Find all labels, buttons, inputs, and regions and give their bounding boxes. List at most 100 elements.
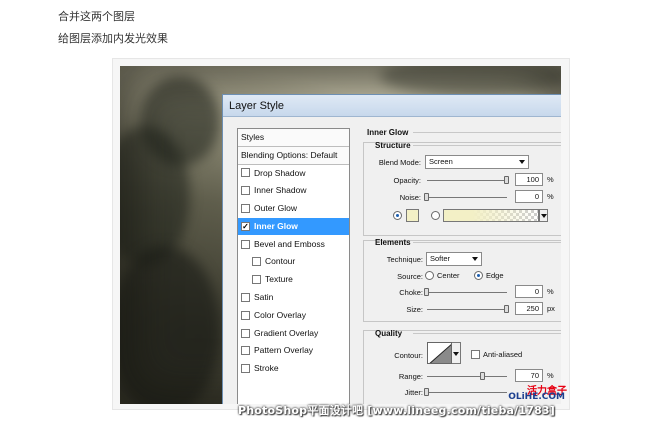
style-item-label: Bevel and Emboss xyxy=(254,238,325,249)
choke-input[interactable]: 0 xyxy=(515,285,543,298)
gradient-dropdown-button[interactable] xyxy=(539,209,548,222)
style-item-color-overlay[interactable]: Color Overlay xyxy=(238,307,349,325)
chevron-down-icon xyxy=(472,257,478,261)
technique-value: Softer xyxy=(430,254,451,263)
choke-slider-track[interactable] xyxy=(427,292,507,293)
style-checkbox[interactable] xyxy=(241,310,250,320)
range-label: Range: xyxy=(398,372,423,381)
panel-title: Inner Glow xyxy=(367,128,409,137)
jitter-slider-thumb[interactable] xyxy=(424,388,429,396)
style-item-label: Outer Glow xyxy=(254,203,297,214)
size-slider-track[interactable] xyxy=(427,309,507,310)
style-item-label: Inner Shadow xyxy=(254,185,307,196)
contour-label: Contour: xyxy=(394,351,423,360)
style-item-label: Drop Shadow xyxy=(254,167,306,178)
size-label: Size: xyxy=(406,305,423,314)
style-checkbox[interactable] xyxy=(241,239,250,249)
source-center-radio[interactable] xyxy=(425,271,434,280)
blend-mode-label: Blend Mode: xyxy=(378,158,421,167)
range-slider-track[interactable] xyxy=(427,376,507,377)
style-checkbox[interactable] xyxy=(241,186,250,196)
range-input[interactable]: 70 xyxy=(515,369,543,382)
noise-input[interactable]: 0 xyxy=(515,190,543,203)
style-checkbox[interactable] xyxy=(252,257,261,267)
technique-select[interactable]: Softer xyxy=(426,252,482,266)
structure-title: Structure xyxy=(375,141,411,150)
opacity-slider-track[interactable] xyxy=(427,180,507,181)
jitter-label: Jitter: xyxy=(404,388,423,397)
chevron-down-icon xyxy=(519,160,525,164)
style-item-blending-options-default[interactable]: Blending Options: Default xyxy=(238,146,349,165)
style-item-inner-shadow[interactable]: Inner Shadow xyxy=(238,182,349,201)
source-center-label: Center xyxy=(437,271,460,280)
blend-mode-value: Screen xyxy=(429,157,453,166)
style-item-gradient-overlay[interactable]: Gradient Overlay xyxy=(238,325,349,343)
choke-slider-thumb[interactable] xyxy=(424,288,429,296)
inner-glow-panel: Inner Glow Structure Blend Mode: Screen … xyxy=(361,124,561,404)
style-item-contour[interactable]: Contour xyxy=(238,254,349,272)
styles-list: Styles Blending Options: Default Drop Shad… xyxy=(237,128,350,404)
source-edge-label: Edge xyxy=(486,271,504,280)
opacity-label: Opacity: xyxy=(393,176,421,185)
size-input[interactable]: 250 xyxy=(515,302,543,315)
glow-color-swatch[interactable] xyxy=(406,209,419,222)
choke-unit: % xyxy=(547,287,554,296)
source-label: Source: xyxy=(397,272,423,281)
style-item-texture[interactable]: Texture xyxy=(238,271,349,290)
style-checkbox[interactable] xyxy=(252,275,261,285)
range-slider-thumb[interactable] xyxy=(480,372,485,380)
style-item-stroke[interactable]: Stroke xyxy=(238,360,349,379)
style-checkbox[interactable] xyxy=(241,364,250,374)
style-checkbox[interactable] xyxy=(241,168,250,178)
anti-aliased-label: Anti-aliased xyxy=(483,350,523,359)
noise-label: Noise: xyxy=(399,193,421,202)
style-item-label: Styles xyxy=(241,131,265,142)
style-item-label: Blending Options: Default xyxy=(241,149,338,160)
blend-mode-select[interactable]: Screen xyxy=(425,155,529,169)
layer-style-dialog: Layer Style Styles Blending Options: Defa… xyxy=(222,94,561,404)
anti-aliased-checkbox[interactable] xyxy=(471,350,480,359)
range-unit: % xyxy=(547,371,554,380)
style-item-drop-shadow[interactable]: Drop Shadow xyxy=(238,165,349,183)
elements-title: Elements xyxy=(375,238,411,247)
style-item-label: Inner Glow xyxy=(254,220,298,231)
size-unit: px xyxy=(547,304,555,313)
contour-curve-icon xyxy=(429,344,451,363)
style-item-pattern-overlay[interactable]: Pattern Overlay xyxy=(238,343,349,361)
opacity-slider-thumb[interactable] xyxy=(504,176,509,184)
style-checkbox[interactable]: ✓ xyxy=(241,221,250,231)
style-item-label: Color Overlay xyxy=(254,309,306,320)
style-item-satin[interactable]: Satin xyxy=(238,289,349,307)
solid-color-radio[interactable] xyxy=(393,211,402,220)
style-item-label: Gradient Overlay xyxy=(254,327,319,338)
contour-preview[interactable] xyxy=(427,342,452,364)
noise-slider-track[interactable] xyxy=(427,197,507,198)
style-item-bevel-and-emboss[interactable]: Bevel and Emboss xyxy=(238,236,349,254)
opacity-unit: % xyxy=(547,175,554,184)
style-checkbox[interactable] xyxy=(241,328,250,338)
glow-gradient-picker[interactable] xyxy=(443,209,539,222)
style-item-label: Contour xyxy=(265,256,296,267)
caption-add-inner-glow: 给图层添加内发光效果 xyxy=(58,33,168,45)
style-item-label: Satin xyxy=(254,292,274,303)
site-logo-domain: OLiHE.COM xyxy=(508,392,565,402)
style-item-styles[interactable]: Styles xyxy=(238,129,349,147)
jitter-slider-track[interactable] xyxy=(427,392,507,393)
caption-merge-layers: 合并这两个图层 xyxy=(58,11,135,23)
style-checkbox[interactable] xyxy=(241,204,250,214)
gradient-radio[interactable] xyxy=(431,211,440,220)
dialog-title[interactable]: Layer Style xyxy=(223,95,561,117)
style-item-inner-glow[interactable]: ✓ Inner Glow xyxy=(238,217,349,236)
contour-dropdown-button[interactable] xyxy=(452,342,461,364)
quality-title: Quality xyxy=(375,329,403,338)
choke-label: Choke: xyxy=(399,288,423,297)
noise-unit: % xyxy=(547,192,554,201)
size-slider-thumb[interactable] xyxy=(504,305,509,313)
style-checkbox[interactable] xyxy=(241,346,250,356)
style-checkbox[interactable] xyxy=(241,293,250,303)
style-item-label: Pattern Overlay xyxy=(254,345,314,356)
source-edge-radio[interactable] xyxy=(474,271,483,280)
opacity-input[interactable]: 100 xyxy=(515,173,543,186)
noise-slider-thumb[interactable] xyxy=(424,193,429,201)
style-item-outer-glow[interactable]: Outer Glow xyxy=(238,200,349,218)
